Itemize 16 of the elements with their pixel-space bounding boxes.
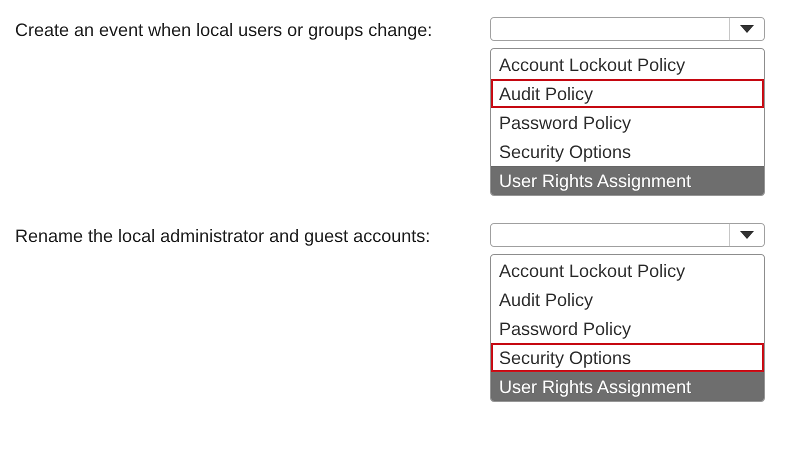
dropdown-option[interactable]: Security Options <box>491 343 764 372</box>
dropdown-field[interactable] <box>490 17 765 41</box>
dropdown-option[interactable]: Security Options <box>491 137 764 166</box>
dropdown-option[interactable]: Password Policy <box>491 314 764 343</box>
dropdown-option[interactable]: User Rights Assignment <box>491 166 764 195</box>
dropdown-option[interactable]: Account Lockout Policy <box>491 256 764 285</box>
dropdown-option[interactable]: User Rights Assignment <box>491 372 764 401</box>
dropdown-option[interactable]: Audit Policy <box>491 79 764 108</box>
dropdown-field[interactable] <box>490 223 765 247</box>
dropdown-arrow-icon <box>740 231 754 239</box>
question-prompt: Create an event when local users or groups change: <box>15 19 434 42</box>
dropdown-option[interactable]: Password Policy <box>491 108 764 137</box>
dropdown-option[interactable]: Audit Policy <box>491 285 764 314</box>
question-prompt: Rename the local administrator and guest accounts: <box>15 225 432 248</box>
dropdown-option[interactable]: Account Lockout Policy <box>491 50 764 79</box>
dropdown-arrow-icon <box>740 25 754 33</box>
